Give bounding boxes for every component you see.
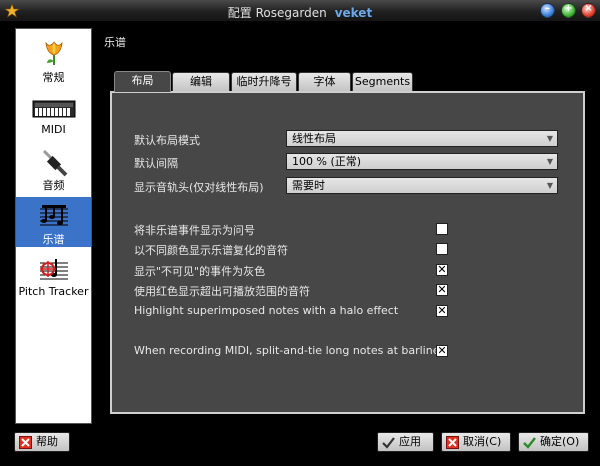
section-title: 乐谱 bbox=[104, 36, 126, 49]
layout-panel: 默认布局模式 线性布局 ▼ 默认间隔 100 % (正常) ▼ 显示音轨头(仅对线性… bbox=[110, 91, 585, 414]
sidebar-item-notation[interactable]: 乐谱 bbox=[16, 197, 91, 247]
dropdown-arrow-icon: ▼ bbox=[546, 181, 553, 190]
checkmark-icon bbox=[382, 437, 395, 449]
settings-sidebar: 常规 MIDI 音频 乐谱 Pitch Tracker bbox=[15, 28, 92, 424]
check-label: 使用红色显示超出可播放范围的音符 bbox=[134, 285, 310, 298]
tab-accidentals[interactable]: 临时升降号 bbox=[231, 72, 297, 91]
select-value: 需要时 bbox=[292, 179, 325, 192]
tab-layout[interactable]: 布局 bbox=[114, 71, 171, 92]
track-headers-select[interactable]: 需要时 ▼ bbox=[286, 177, 558, 194]
track-headers-label: 显示音轨头(仅对线性布局) bbox=[134, 181, 264, 194]
minimize-button[interactable]: – bbox=[540, 3, 555, 18]
keyboard-icon bbox=[32, 100, 75, 118]
button-label: 确定(O) bbox=[540, 435, 580, 448]
sidebar-item-label: 常规 bbox=[42, 71, 65, 84]
check-label: 以不同颜色显示乐谱复化的音符 bbox=[134, 244, 288, 257]
maximize-icon: + bbox=[564, 3, 573, 14]
tulip-icon bbox=[44, 41, 63, 65]
notation-icon bbox=[39, 205, 68, 226]
check-label: Highlight superimposed notes with a halo… bbox=[134, 304, 399, 317]
halo-effect-checkbox[interactable]: ✕ bbox=[436, 305, 448, 317]
cancel-icon bbox=[446, 436, 459, 449]
sidebar-item-audio[interactable]: 音频 bbox=[16, 143, 91, 193]
sidebar-item-general[interactable]: 常规 bbox=[16, 35, 91, 85]
non-notation-as-question-checkbox[interactable] bbox=[436, 223, 448, 235]
ok-icon bbox=[523, 437, 536, 449]
cancel-button[interactable]: 取消(C) bbox=[441, 432, 511, 452]
apply-button[interactable]: 应用 bbox=[377, 432, 434, 452]
sidebar-item-label: 乐谱 bbox=[42, 233, 65, 246]
out-of-range-red-checkbox[interactable]: ✕ bbox=[436, 284, 448, 296]
sidebar-item-label: MIDI bbox=[41, 123, 66, 136]
dropdown-arrow-icon: ▼ bbox=[546, 134, 553, 143]
dropdown-arrow-icon: ▼ bbox=[546, 157, 553, 166]
check-label: When recording MIDI, split-and-tie long … bbox=[134, 344, 446, 357]
minimize-icon: – bbox=[545, 3, 550, 14]
help-icon bbox=[19, 436, 32, 449]
sidebar-item-label: Pitch Tracker bbox=[18, 285, 89, 298]
default-spacing-select[interactable]: 100 % (正常) ▼ bbox=[286, 153, 558, 170]
sidebar-item-pitch-tracker[interactable]: Pitch Tracker bbox=[16, 251, 91, 301]
default-layout-mode-label: 默认布局模式 bbox=[134, 134, 200, 147]
check-label: 将非乐谱事件显示为问号 bbox=[134, 224, 255, 237]
sidebar-item-label: 音频 bbox=[42, 179, 65, 192]
split-tie-notes-checkbox[interactable]: ✕ bbox=[436, 345, 448, 357]
tab-fonts[interactable]: 字体 bbox=[298, 72, 351, 91]
sidebar-item-midi[interactable]: MIDI bbox=[16, 89, 91, 139]
select-value: 线性布局 bbox=[292, 132, 336, 145]
close-button[interactable]: × bbox=[581, 3, 596, 18]
close-icon: × bbox=[584, 3, 593, 14]
select-value: 100 % (正常) bbox=[292, 155, 362, 168]
button-label: 帮助 bbox=[36, 435, 58, 448]
check-label: 显示"不可见"的事件为灰色 bbox=[134, 265, 266, 278]
button-label: 应用 bbox=[399, 435, 421, 448]
audio-jack-icon bbox=[42, 149, 67, 177]
ok-button[interactable]: 确定(O) bbox=[518, 432, 589, 452]
pitch-tracker-icon bbox=[39, 259, 68, 280]
window-subtitle: veket bbox=[334, 6, 373, 20]
maximize-button[interactable]: + bbox=[561, 3, 576, 18]
default-spacing-label: 默认间隔 bbox=[134, 157, 178, 170]
tab-edit[interactable]: 编辑 bbox=[172, 72, 230, 91]
tab-segments[interactable]: Segments bbox=[352, 72, 413, 91]
color-quantized-notes-checkbox[interactable] bbox=[436, 243, 448, 255]
invisible-events-grey-checkbox[interactable]: ✕ bbox=[436, 264, 448, 276]
window-title-text: 配置 Rosegarden bbox=[227, 6, 327, 20]
default-layout-mode-select[interactable]: 线性布局 ▼ bbox=[286, 130, 558, 147]
title-bar: 配置 Rosegarden veket – + × bbox=[0, 0, 600, 22]
button-label: 取消(C) bbox=[463, 435, 502, 448]
help-button[interactable]: 帮助 bbox=[14, 432, 70, 452]
window-title: 配置 Rosegarden veket bbox=[0, 4, 600, 21]
